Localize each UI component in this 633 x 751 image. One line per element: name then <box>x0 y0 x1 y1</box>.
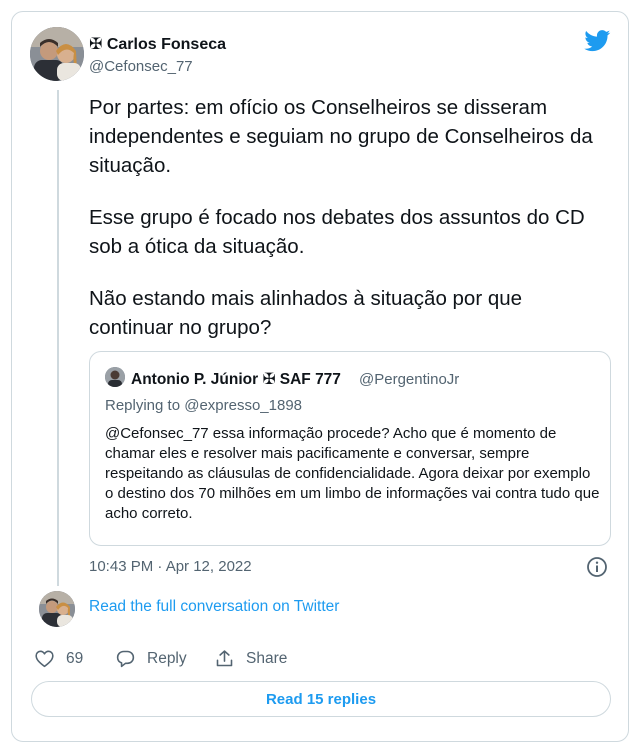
author-handle[interactable]: @Cefonsec_77 <box>89 58 193 75</box>
twitter-bird-icon[interactable] <box>584 30 611 52</box>
tweet-paragraph: Esse grupo é focado nos debates dos assu… <box>89 206 585 258</box>
reply-label: Reply <box>147 649 187 667</box>
author-name[interactable]: ✠ Carlos Fonseca <box>89 34 226 54</box>
share-label: Share <box>246 649 288 667</box>
quoted-author-name: Antonio P. Júnior ✠ SAF 777 <box>131 371 341 388</box>
quoted-tweet-text: @Cefonsec_77 essa informação procede? Ac… <box>105 425 600 522</box>
tweet-paragraph: Não estando mais alinhados à situação po… <box>89 287 523 339</box>
like-button[interactable]: 69 <box>34 648 83 669</box>
conversation-avatar[interactable] <box>39 591 75 627</box>
quoted-tweet[interactable]: Antonio P. Júnior ✠ SAF 777 @PergentinoJ… <box>89 351 611 546</box>
speech-bubble-icon <box>116 650 135 668</box>
replying-to-label: Replying to @expresso_1898 <box>105 397 303 414</box>
info-icon[interactable] <box>586 556 608 578</box>
author-avatar[interactable] <box>30 27 84 81</box>
share-upload-icon <box>216 650 233 667</box>
share-button[interactable]: Share <box>214 648 287 669</box>
tweet-timestamp[interactable]: 10:43 PM · Apr 12, 2022 <box>89 558 252 575</box>
tweet-paragraph: Por partes: em ofício os Conselheiros se… <box>89 96 593 177</box>
tweet-body: Por partes: em ofício os Conselheiros se… <box>89 93 609 365</box>
heart-icon <box>35 650 54 668</box>
thread-connector-line <box>57 90 59 586</box>
read-full-conversation-link[interactable]: Read the full conversation on Twitter <box>89 598 339 616</box>
like-count: 69 <box>66 649 84 667</box>
quoted-author-handle: @PergentinoJr <box>359 371 460 388</box>
read-replies-button[interactable]: Read 15 replies <box>31 681 611 717</box>
reply-button[interactable]: Reply <box>115 648 187 669</box>
quoted-author-avatar <box>105 367 125 387</box>
